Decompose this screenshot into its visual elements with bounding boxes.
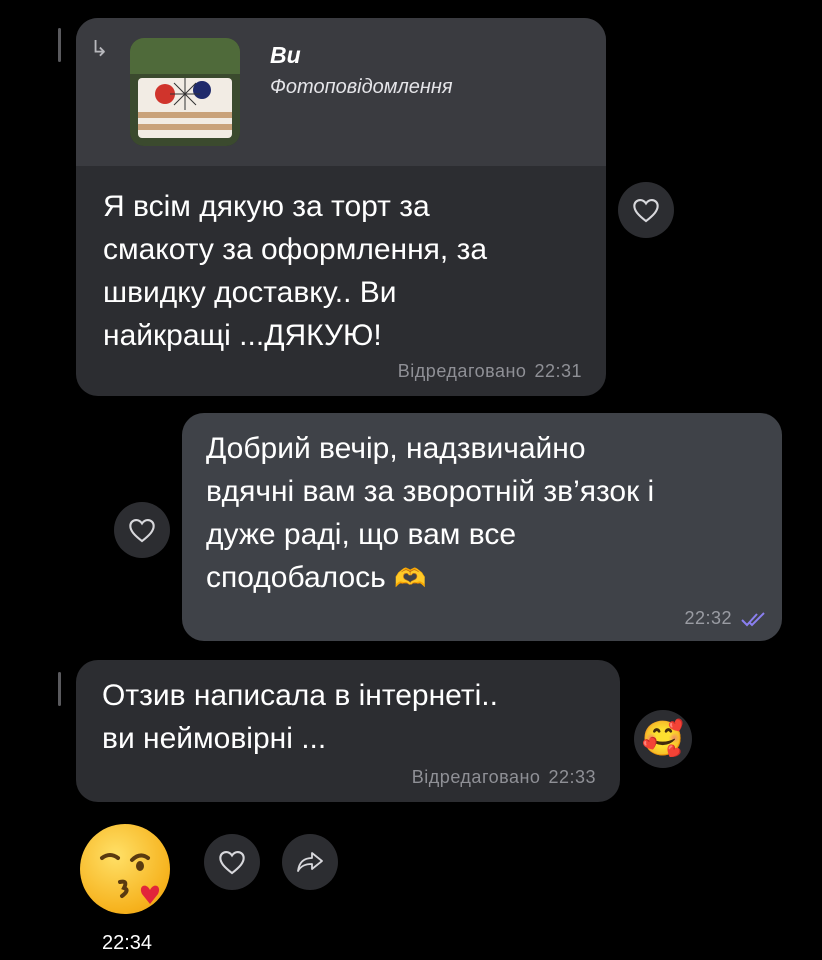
smiling-face-with-hearts-emoji: 🥰 (641, 720, 685, 758)
message-bubble-incoming[interactable]: ↳ Ви Фотоповідомлення Я всім дякую за то… (76, 18, 606, 396)
heart-icon (633, 199, 659, 223)
reply-sender-name: Ви (270, 42, 301, 68)
edited-label: Відредаговано (397, 361, 527, 381)
message-text: Отзив написала в інтернеті.. ви неймовір… (102, 679, 498, 755)
edited-label: Відредаговано (411, 767, 541, 787)
forward-button[interactable] (282, 834, 338, 890)
message-meta: 22:32 (684, 608, 768, 629)
kiss-emoji-message[interactable]: 😘 (80, 824, 176, 920)
message-time: 22:34 (102, 932, 153, 954)
kissing-face-icon (80, 824, 170, 914)
message-edge-indicator (58, 672, 61, 706)
double-check-icon (741, 611, 765, 626)
heart-hands-emoji: 🫶 (394, 563, 427, 593)
reply-subtitle: Фотоповідомлення (270, 76, 453, 98)
forward-arrow-icon (297, 852, 323, 872)
like-reaction-button[interactable] (114, 502, 170, 558)
message-meta: Відредаговано 22:33 (412, 767, 596, 788)
reaction-badge[interactable]: 🥰 (634, 710, 692, 768)
message-bubble-incoming[interactable]: Отзив написала в інтернеті.. ви неймовір… (76, 660, 620, 802)
message-time: 22:32 (684, 608, 732, 628)
message-edge-indicator (58, 28, 61, 62)
reply-photo-thumbnail (130, 38, 240, 146)
message-time: 22:33 (548, 767, 596, 787)
like-reaction-button[interactable] (204, 834, 260, 890)
message-time: 22:31 (534, 361, 582, 381)
like-reaction-button[interactable] (618, 182, 674, 238)
reply-arrow-icon: ↳ (90, 36, 109, 61)
message-text-body: Добрий вечір, надзвичайно вдячні вам за … (206, 432, 655, 594)
message-bubble-outgoing[interactable]: Добрий вечір, надзвичайно вдячні вам за … (182, 413, 782, 641)
heart-icon (129, 519, 155, 543)
heart-icon (219, 851, 245, 875)
reply-preview[interactable]: ↳ Ви Фотоповідомлення (76, 18, 606, 166)
message-meta: Відредаговано 22:31 (398, 361, 582, 382)
message-text: Я всім дякую за торт за смакоту за оформ… (103, 190, 488, 352)
message-text: Добрий вечір, надзвичайно вдячні вам за … (206, 427, 766, 600)
